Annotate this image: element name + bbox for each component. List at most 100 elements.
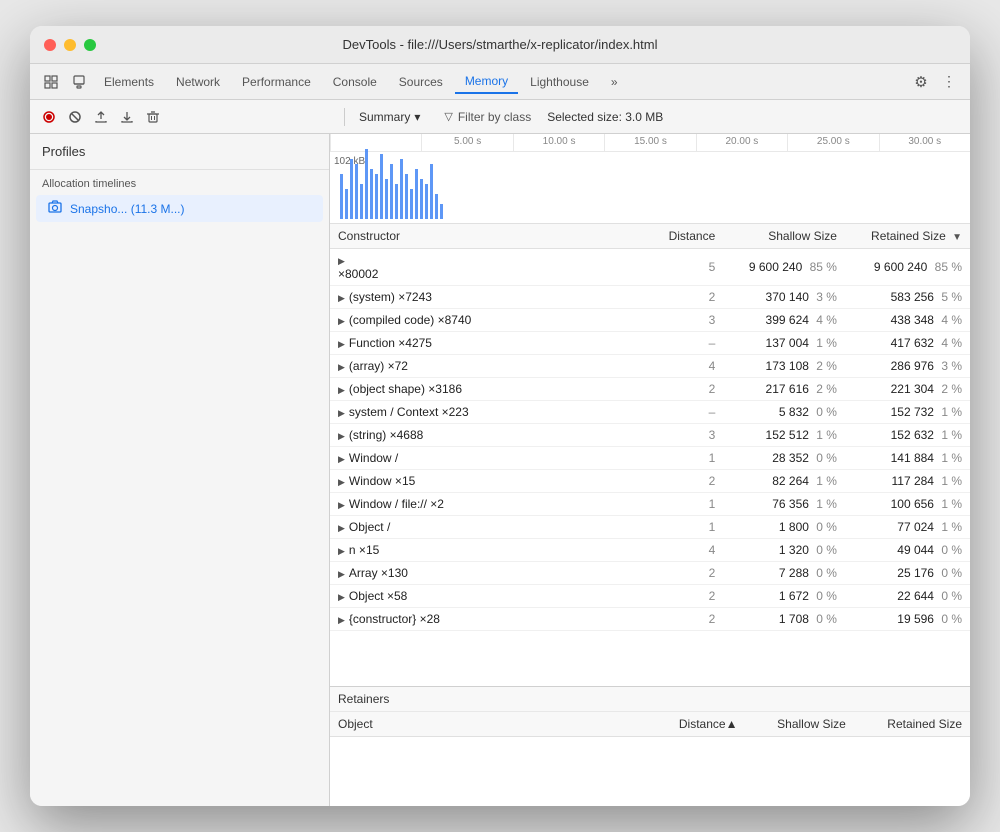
expand-arrow[interactable]: ▶ [338, 408, 345, 418]
cell-distance: 1 [650, 447, 723, 470]
tab-network[interactable]: Network [166, 71, 230, 93]
timeline-bar [370, 169, 373, 219]
expand-arrow[interactable]: ▶ [338, 454, 345, 464]
cell-distance: 2 [650, 286, 723, 309]
header-distance[interactable]: Distance [650, 224, 723, 249]
table-row[interactable]: ▶Array ×13027 288 0 %25 176 0 % [330, 562, 970, 585]
stop-icon[interactable] [64, 106, 86, 128]
expand-arrow[interactable]: ▶ [338, 477, 345, 487]
settings-icon[interactable]: ⚙ [908, 69, 934, 95]
table-row[interactable]: ▶Object /11 800 0 %77 024 1 % [330, 516, 970, 539]
ruler-tick-0 [330, 134, 421, 151]
cell-constructor: ▶(object shape) ×3186 [330, 378, 650, 401]
table-row[interactable]: ▶Window /128 352 0 %141 884 1 % [330, 447, 970, 470]
cell-constructor: ▶Object ×58 [330, 585, 650, 608]
tab-memory[interactable]: Memory [455, 70, 518, 94]
table-row[interactable]: ▶Window ×15282 264 1 %117 284 1 % [330, 470, 970, 493]
expand-arrow[interactable]: ▶ [338, 362, 345, 372]
cell-retained: 152 732 1 % [845, 401, 970, 424]
tab-console[interactable]: Console [323, 71, 387, 93]
upload-icon[interactable] [90, 106, 112, 128]
table-row[interactable]: ▶(array) ×724173 108 2 %286 976 3 % [330, 355, 970, 378]
garbage-icon[interactable] [142, 106, 164, 128]
cell-shallow: 1 800 0 % [723, 516, 845, 539]
cell-retained: 152 632 1 % [845, 424, 970, 447]
tab-lighthouse[interactable]: Lighthouse [520, 71, 599, 93]
close-button[interactable] [44, 39, 56, 51]
header-constructor[interactable]: Constructor [330, 224, 650, 249]
retainers-header-shallow[interactable]: Shallow Size [745, 712, 853, 737]
table-row[interactable]: ▶Object ×5821 672 0 %22 644 0 % [330, 585, 970, 608]
expand-arrow[interactable]: ▶ [338, 385, 345, 395]
retainers-header-retained[interactable]: Retained Size [854, 712, 970, 737]
more-options-icon[interactable]: ⋮ [936, 69, 962, 95]
cell-retained: 221 304 2 % [845, 378, 970, 401]
record-icon[interactable] [38, 106, 60, 128]
expand-arrow[interactable]: ▶ [338, 523, 345, 533]
table-row[interactable]: ▶Function ×4275–137 004 1 %417 632 4 % [330, 332, 970, 355]
expand-arrow[interactable]: ▶ [338, 431, 345, 441]
timeline-bar [420, 179, 423, 219]
expand-arrow[interactable]: ▶ [338, 569, 345, 579]
expand-arrow[interactable]: ▶ [338, 500, 345, 510]
expand-arrow[interactable]: ▶ [338, 615, 345, 625]
main-content: Profiles Allocation timelines Snapshо...… [30, 134, 970, 806]
filter-button[interactable]: ▽ Filter by class [436, 107, 539, 127]
sidebar-item-snapshot[interactable]: Snapshо... (11.3 M...) [36, 195, 323, 222]
tab-sources[interactable]: Sources [389, 71, 453, 93]
inspect-icon[interactable] [38, 69, 64, 95]
cell-distance: 3 [650, 309, 723, 332]
toolbar: Summary ▾ ▽ Filter by class Selected siz… [30, 100, 970, 134]
cell-shallow: 1 708 0 % [723, 608, 845, 631]
cell-retained: 49 044 0 % [845, 539, 970, 562]
cell-distance: 2 [650, 470, 723, 493]
cell-retained: 286 976 3 % [845, 355, 970, 378]
maximize-button[interactable] [84, 39, 96, 51]
ruler-tick-2: 10.00 s [513, 134, 604, 151]
expand-arrow[interactable]: ▶ [338, 256, 345, 266]
expand-arrow[interactable]: ▶ [338, 546, 345, 556]
expand-arrow[interactable]: ▶ [338, 316, 345, 326]
ruler-tick-6: 30.00 s [879, 134, 970, 151]
retainers-header-object[interactable]: Object [330, 712, 650, 737]
tab-elements[interactable]: Elements [94, 71, 164, 93]
table-row[interactable]: ▶(system) ×72432370 140 3 %583 256 5 % [330, 286, 970, 309]
expand-arrow[interactable]: ▶ [338, 339, 345, 349]
tab-more[interactable]: » [601, 71, 628, 93]
cell-constructor: ▶Function ×4275 [330, 332, 650, 355]
cell-distance: 2 [650, 378, 723, 401]
filter-label: Filter by class [458, 110, 531, 124]
table-row[interactable]: ▶(string) ×46883152 512 1 %152 632 1 % [330, 424, 970, 447]
table-row[interactable]: ▶(object shape) ×31862217 616 2 %221 304… [330, 378, 970, 401]
snapshot-icon [48, 200, 62, 217]
table-row[interactable]: ▶{constructor} ×2821 708 0 %19 596 0 % [330, 608, 970, 631]
cell-constructor: ▶{constructor} ×28 [330, 608, 650, 631]
cell-distance: 2 [650, 585, 723, 608]
device-icon[interactable] [66, 69, 92, 95]
minimize-button[interactable] [64, 39, 76, 51]
tab-performance[interactable]: Performance [232, 71, 321, 93]
table-row[interactable]: ▶(compiled code) ×87403399 624 4 %438 34… [330, 309, 970, 332]
expand-arrow[interactable]: ▶ [338, 293, 345, 303]
timeline-bar [375, 174, 378, 219]
data-table[interactable]: Constructor Distance Shallow Size Retain… [330, 224, 970, 686]
table-row[interactable]: ▶ ×8000259 600 240 85 %9 600 240 85 % [330, 249, 970, 286]
expand-arrow[interactable]: ▶ [338, 592, 345, 602]
header-shallow[interactable]: Shallow Size [723, 224, 845, 249]
summary-button[interactable]: Summary ▾ [351, 107, 428, 127]
cell-constructor: ▶n ×15 [330, 539, 650, 562]
table-row[interactable]: ▶Window / file:// ×2176 356 1 %100 656 1… [330, 493, 970, 516]
header-retained[interactable]: Retained Size ▼ [845, 224, 970, 249]
cell-shallow: 5 832 0 % [723, 401, 845, 424]
cell-constructor: ▶Window / [330, 447, 650, 470]
download-icon[interactable] [116, 106, 138, 128]
cell-retained: 77 024 1 % [845, 516, 970, 539]
cell-distance: 2 [650, 608, 723, 631]
retainers-header-distance[interactable]: Distance▲ [650, 712, 745, 737]
cell-shallow: 28 352 0 % [723, 447, 845, 470]
table-row[interactable]: ▶system / Context ×223–5 832 0 %152 732 … [330, 401, 970, 424]
window-title: DevTools - file:///Users/stmarthe/x-repl… [343, 37, 658, 52]
memory-table: Constructor Distance Shallow Size Retain… [330, 224, 970, 631]
timeline-bar [430, 164, 433, 219]
table-row[interactable]: ▶n ×1541 320 0 %49 044 0 % [330, 539, 970, 562]
